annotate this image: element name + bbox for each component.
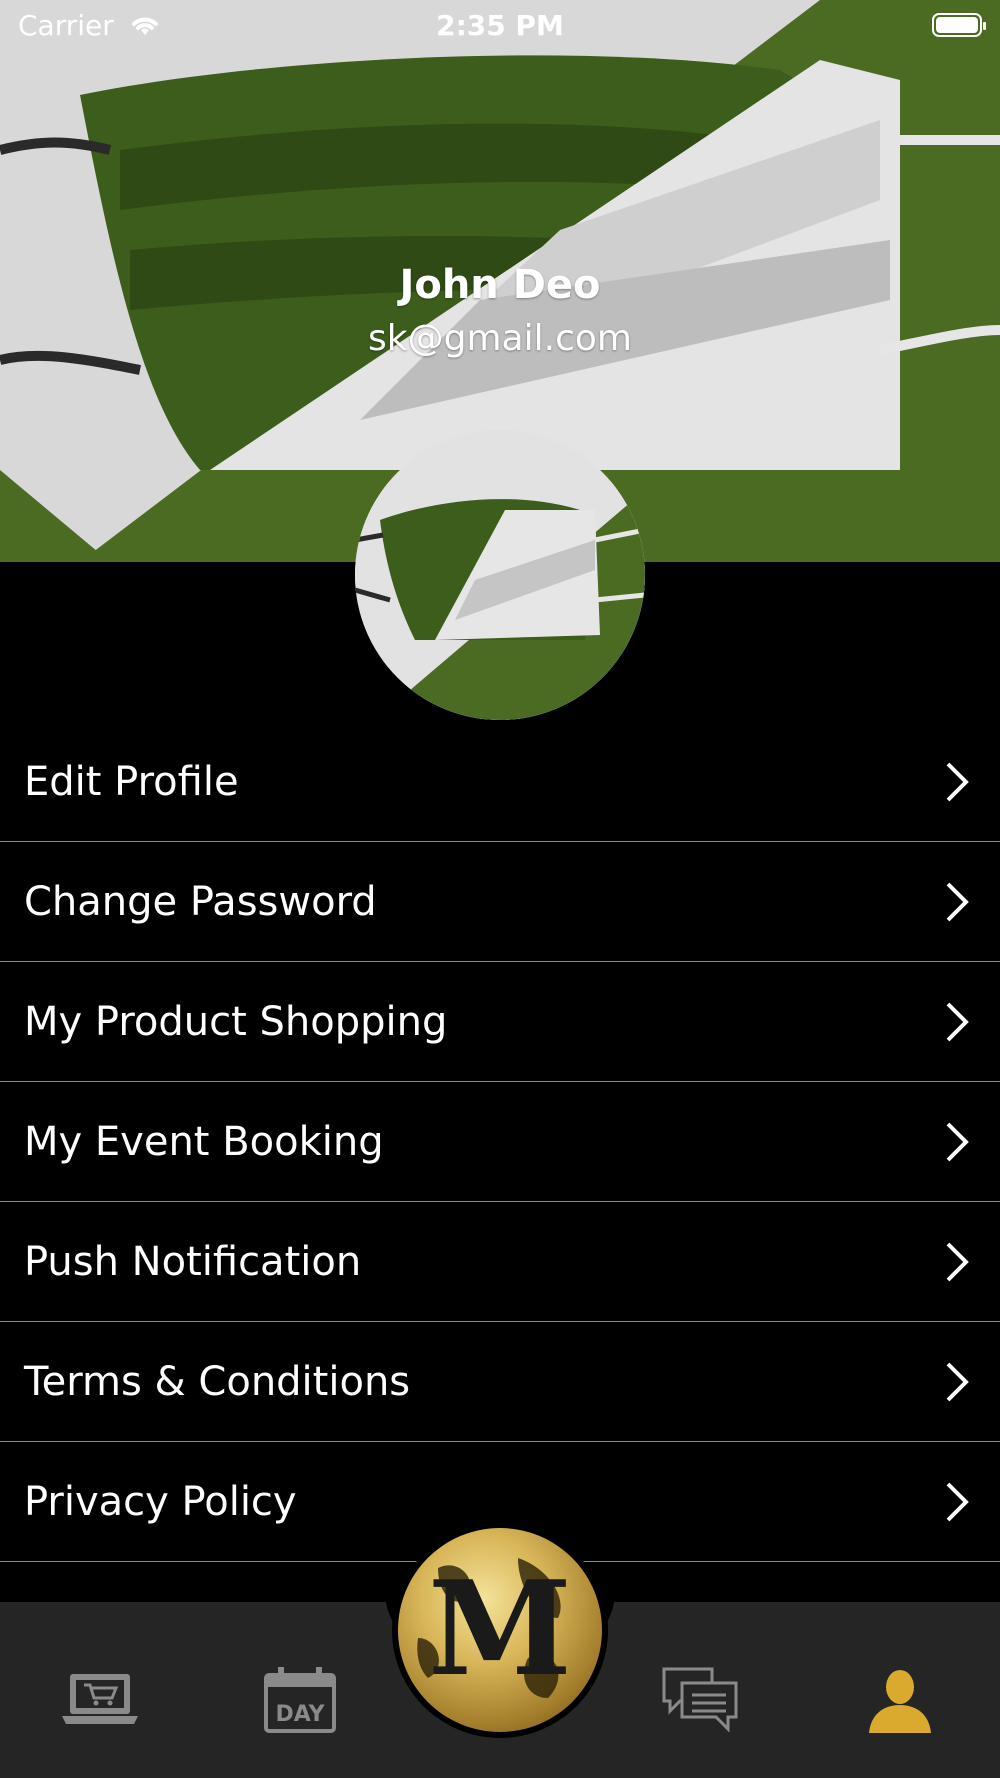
tab-shop[interactable] [55, 1660, 145, 1740]
status-bar: Carrier 2:35 PM [0, 0, 1000, 50]
chat-bubbles-icon [662, 1667, 738, 1733]
chevron-right-icon [946, 1122, 969, 1161]
settings-menu: Edit Profile Change Password My Product … [0, 722, 1000, 1562]
menu-item-label: Terms & Conditions [24, 1358, 411, 1405]
wifi-icon [131, 17, 158, 35]
user-profile-icon [869, 1670, 931, 1733]
profile-name: John Deo [399, 262, 601, 308]
menu-item-label: My Product Shopping [24, 998, 448, 1045]
menu-my-product-shopping[interactable]: My Product Shopping [0, 962, 1000, 1082]
tab-chat[interactable] [655, 1660, 745, 1740]
calendar-day-icon: DAY [264, 1667, 336, 1733]
menu-push-notification[interactable]: Push Notification [0, 1202, 1000, 1322]
tab-calendar[interactable]: DAY [255, 1660, 345, 1740]
tab-profile[interactable] [855, 1660, 945, 1740]
menu-item-label: My Event Booking [24, 1118, 384, 1165]
chevron-right-icon [946, 1482, 969, 1521]
menu-edit-profile[interactable]: Edit Profile [0, 722, 1000, 842]
menu-change-password[interactable]: Change Password [0, 842, 1000, 962]
carrier-label: Carrier [18, 8, 114, 42]
globe-logo-icon: M [398, 1528, 602, 1732]
menu-my-event-booking[interactable]: My Event Booking [0, 1082, 1000, 1202]
chevron-right-icon [946, 762, 969, 801]
profile-avatar[interactable] [355, 430, 645, 720]
laptop-cart-icon [62, 1674, 138, 1724]
battery-icon [932, 13, 986, 37]
menu-item-label: Push Notification [24, 1238, 362, 1285]
profile-email: sk@gmail.com [368, 318, 632, 359]
center-home-logo-button[interactable]: M [392, 1522, 608, 1738]
chevron-right-icon [946, 1002, 969, 1041]
avatar-image [355, 430, 645, 720]
menu-item-label: Privacy Policy [24, 1478, 297, 1525]
menu-item-label: Change Password [24, 878, 377, 925]
calendar-day-label: DAY [275, 1702, 325, 1727]
chevron-right-icon [946, 1362, 969, 1401]
menu-terms-conditions[interactable]: Terms & Conditions [0, 1322, 1000, 1442]
chevron-right-icon [946, 1242, 969, 1281]
menu-item-label: Edit Profile [24, 758, 239, 805]
logo-letter: M [428, 1552, 572, 1705]
chevron-right-icon [946, 882, 969, 921]
